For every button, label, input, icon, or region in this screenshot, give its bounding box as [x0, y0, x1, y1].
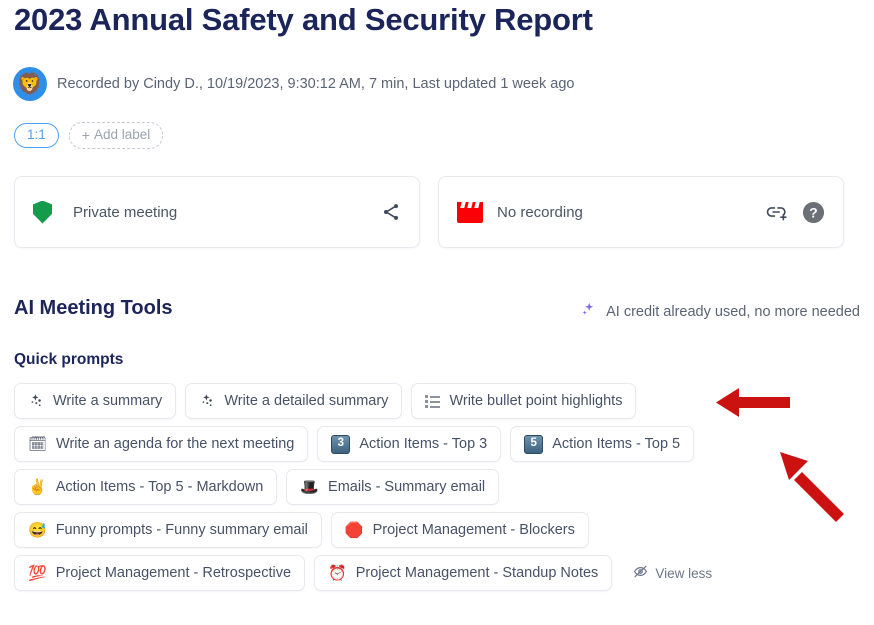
- ai-credit-text: AI credit already used, no more needed: [606, 303, 860, 320]
- hundred-points-icon: 💯: [28, 564, 47, 582]
- no-recording-actions: ?: [766, 201, 825, 224]
- plus-icon: +: [81, 127, 90, 143]
- magic-wand-icon: [199, 393, 215, 409]
- bullet-list-icon: [425, 395, 441, 408]
- meeting-notes-page: 2023 Annual Safety and Security Report 🦁…: [0, 0, 874, 625]
- chip-label: Project Management - Blockers: [372, 522, 575, 538]
- private-meeting-card[interactable]: Private meeting: [14, 176, 420, 248]
- label-chip-one-on-one[interactable]: 1:1: [14, 123, 59, 148]
- chip-write-an-agenda[interactable]: 🗓 Write an agenda for the next meeting: [14, 426, 309, 462]
- clapperboard-icon: [457, 201, 483, 223]
- chip-project-management-standup-notes[interactable]: ⏰ Project Management - Standup Notes: [314, 555, 613, 591]
- sparkle-icon: [580, 301, 597, 322]
- chip-label: Write a summary: [53, 393, 163, 409]
- add-link-icon[interactable]: [766, 202, 788, 222]
- chip-action-items-top-5[interactable]: 5 Action Items - Top 5: [510, 426, 695, 462]
- share-icon[interactable]: [381, 202, 401, 222]
- chip-label: Action Items - Top 3: [359, 436, 488, 452]
- eye-off-icon: [633, 564, 648, 582]
- chip-label: Project Management - Retrospective: [55, 565, 292, 581]
- stop-sign-icon: 🛑: [344, 521, 364, 539]
- help-circle-icon[interactable]: ?: [802, 201, 825, 224]
- magic-wand-icon: [28, 393, 44, 409]
- chip-project-management-blockers[interactable]: 🛑 Project Management - Blockers: [330, 512, 589, 548]
- view-less-button[interactable]: View less: [633, 564, 712, 582]
- shield-icon: [33, 200, 59, 224]
- calendar-icon: 🗓: [28, 435, 48, 453]
- chip-label: Funny prompts - Funny summary email: [55, 522, 308, 538]
- svg-text:?: ?: [809, 204, 817, 220]
- chip-emails-summary-email[interactable]: 🎩 Emails - Summary email: [286, 469, 500, 505]
- keycap-3-icon: 3: [331, 434, 351, 454]
- meeting-meta-text: Recorded by Cindy D., 10/19/2023, 9:30:1…: [57, 76, 575, 92]
- victory-hand-icon: ✌️: [28, 478, 47, 496]
- chip-action-items-top-3[interactable]: 3 Action Items - Top 3: [317, 426, 502, 462]
- no-recording-label: No recording: [497, 203, 583, 221]
- ai-meeting-tools-heading: AI Meeting Tools: [14, 297, 173, 319]
- chip-row: 🗓 Write an agenda for the next meeting 3…: [14, 426, 860, 462]
- chip-action-items-top-5-markdown[interactable]: ✌️ Action Items - Top 5 - Markdown: [14, 469, 278, 505]
- chip-label: Write a detailed summary: [224, 393, 389, 409]
- quick-prompts-heading: Quick prompts: [14, 351, 124, 368]
- private-meeting-label: Private meeting: [73, 203, 178, 221]
- chip-funny-summary-email[interactable]: 😅 Funny prompts - Funny summary email: [14, 512, 322, 548]
- info-cards: Private meeting No recording ?: [14, 176, 844, 248]
- ai-credit-status: AI credit already used, no more needed: [580, 301, 860, 322]
- sweat-smile-icon: 😅: [28, 521, 47, 539]
- no-recording-card[interactable]: No recording ?: [438, 176, 844, 248]
- chip-label: Write bullet point highlights: [449, 393, 623, 409]
- avatar-glyph: 🦁: [16, 72, 44, 96]
- keycap-5-icon: 5: [524, 434, 544, 454]
- lion-avatar-icon: 🦁: [14, 68, 46, 100]
- chip-project-management-retrospective[interactable]: 💯 Project Management - Retrospective: [14, 555, 306, 591]
- chip-label: Project Management - Standup Notes: [355, 565, 599, 581]
- chip-write-a-detailed-summary[interactable]: Write a detailed summary: [185, 383, 403, 419]
- quick-prompt-chip-rows: Write a summary Write a detailed summary: [14, 383, 860, 598]
- private-meeting-actions: [381, 202, 401, 222]
- chip-label: Emails - Summary email: [328, 479, 486, 495]
- chip-label: Action Items - Top 5: [552, 436, 681, 452]
- chip-label: Write an agenda for the next meeting: [56, 436, 295, 452]
- chip-row: Write a summary Write a detailed summary: [14, 383, 860, 419]
- chip-label: Action Items - Top 5 - Markdown: [55, 479, 264, 495]
- chip-row: ✌️ Action Items - Top 5 - Markdown 🎩 Ema…: [14, 469, 860, 505]
- page-title: 2023 Annual Safety and Security Report: [14, 2, 593, 37]
- top-hat-icon: 🎩: [300, 478, 320, 496]
- chip-write-a-summary[interactable]: Write a summary: [14, 383, 177, 419]
- add-label-text: Add label: [93, 127, 151, 143]
- labels-row: 1:1 + Add label: [14, 122, 164, 150]
- view-less-label: View less: [655, 565, 713, 581]
- alarm-clock-icon: ⏰: [328, 564, 347, 582]
- add-label-button[interactable]: + Add label: [68, 122, 164, 150]
- meeting-meta-row: 🦁 Recorded by Cindy D., 10/19/2023, 9:30…: [14, 68, 575, 100]
- chip-row: 😅 Funny prompts - Funny summary email 🛑 …: [14, 512, 860, 548]
- chip-write-bullet-point-highlights[interactable]: Write bullet point highlights: [411, 383, 637, 419]
- chip-row: 💯 Project Management - Retrospective ⏰ P…: [14, 555, 860, 591]
